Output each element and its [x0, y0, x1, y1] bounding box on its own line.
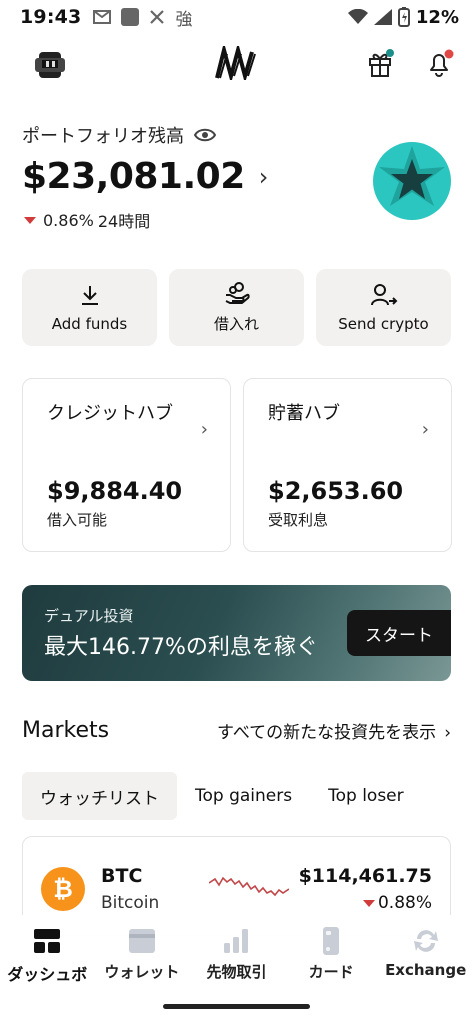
market-tabs: ウォッチリスト Top gainers Top loser: [22, 772, 473, 820]
bottom-navigation: ダッシュボ ウォレット 先物取引 カード Exchange: [0, 915, 473, 991]
banner-start-button[interactable]: スタート: [347, 610, 451, 656]
view-all-label: すべての新たな投資先を表示: [217, 722, 437, 743]
portfolio-label: ポートフォリオ残高: [22, 122, 216, 148]
chevron-right-icon: ›: [200, 419, 208, 440]
portfolio-change-percent: 0.86%: [43, 210, 94, 230]
portfolio-change: 0.86% 24時間: [24, 208, 150, 232]
send-crypto-label: Send crypto: [338, 314, 429, 333]
nav-card[interactable]: カード: [284, 915, 379, 991]
add-funds-button[interactable]: Add funds: [22, 269, 157, 346]
eye-icon[interactable]: [194, 127, 216, 143]
user-send-icon: [370, 283, 397, 305]
battery-icon: [397, 7, 410, 27]
dashboard-icon: [34, 929, 61, 953]
credit-hub-card[interactable]: クレジットハブ › $9,884.40 借入可能: [22, 378, 231, 552]
card-icon: [323, 927, 340, 955]
status-time: 19:43: [20, 6, 82, 28]
nav-wallet-label: ウォレット: [104, 963, 180, 981]
nav-dashboard[interactable]: ダッシュボ: [0, 915, 95, 991]
status-notification-icons: 強: [93, 5, 192, 30]
portfolio-change-period: 24時間: [97, 212, 151, 231]
view-all-markets-link[interactable]: すべての新たな投資先を表示 ›: [217, 718, 451, 743]
portfolio-label-text: ポートフォリオ残高: [22, 126, 184, 147]
credit-hub-title: クレジットハブ: [47, 403, 173, 424]
app-square-icon: [121, 8, 140, 26]
bell-icon[interactable]: [425, 48, 455, 78]
nexo-logo-icon: [215, 46, 256, 80]
battery-percent: 12%: [415, 6, 459, 28]
notification-kanji-icon: 強: [175, 9, 193, 30]
banner-headline: 最大146.77%の利息を稼ぐ: [44, 635, 318, 660]
asset-price: $114,461.75: [298, 865, 432, 887]
asset-symbol: BTC: [101, 865, 143, 887]
asset-change: 0.88%: [362, 893, 432, 913]
portfolio-balance[interactable]: $23,081.02 ›: [22, 156, 268, 197]
nav-card-label: カード: [308, 963, 354, 981]
down-triangle-icon: [24, 216, 36, 224]
savings-hub-sub: 受取利息: [268, 511, 329, 529]
tab-top-gainers[interactable]: Top gainers: [177, 772, 310, 820]
nav-exchange[interactable]: Exchange: [378, 915, 473, 991]
send-crypto-button[interactable]: Send crypto: [316, 269, 451, 346]
price-sparkline: [209, 876, 289, 897]
savings-hub-title: 貯蓄ハブ: [268, 403, 340, 424]
download-icon: [81, 285, 98, 305]
futures-chart-icon: [224, 929, 249, 953]
add-funds-label: Add funds: [51, 314, 128, 333]
app-header: [0, 42, 473, 88]
savings-hub-card[interactable]: 貯蓄ハブ › $2,653.60 受取利息: [243, 378, 452, 552]
chevron-right-icon: ›: [421, 419, 429, 440]
tab-top-losers[interactable]: Top loser: [310, 772, 422, 820]
hub-cards: クレジットハブ › $9,884.40 借入可能 貯蓄ハブ › $2,653.6…: [22, 378, 452, 552]
chevron-right-icon: ›: [444, 722, 451, 743]
markets-title: Markets: [22, 717, 110, 743]
wifi-icon: [347, 9, 368, 24]
quick-actions: Add funds 借入れ Send crypto: [22, 269, 451, 346]
signal-icon: [373, 9, 392, 25]
portfolio-balance-value: $23,081.02: [22, 156, 245, 197]
nav-exchange-label: Exchange: [385, 961, 467, 979]
borrow-button[interactable]: 借入れ: [169, 269, 304, 346]
borrow-label: 借入れ: [213, 315, 259, 333]
loyalty-star-badge-icon[interactable]: [373, 142, 451, 220]
credit-hub-sub: 借入可能: [47, 511, 108, 529]
nav-dashboard-label: ダッシュボ: [7, 965, 88, 984]
gmail-icon: [93, 10, 112, 24]
status-bar: 19:43 強 12%: [0, 0, 473, 34]
nav-futures[interactable]: 先物取引: [189, 915, 284, 991]
hand-coins-icon: [225, 282, 250, 304]
bitcoin-icon: ₿: [41, 867, 85, 911]
status-system-icons: 12%: [347, 6, 459, 28]
savings-hub-amount: $2,653.60: [268, 477, 404, 505]
avatar[interactable]: [33, 50, 67, 80]
nav-wallet[interactable]: ウォレット: [95, 915, 190, 991]
credit-hub-amount: $9,884.40: [47, 477, 183, 505]
nav-futures-label: 先物取引: [206, 963, 267, 981]
wallet-icon: [128, 929, 155, 953]
x-icon: [150, 10, 165, 24]
down-triangle-icon: [362, 899, 375, 907]
chevron-right-icon: ›: [258, 162, 269, 191]
tab-watchlist[interactable]: ウォッチリスト: [22, 772, 177, 820]
dual-investment-banner[interactable]: デュアル投資 最大146.77%の利息を稼ぐ スタート: [22, 585, 451, 681]
asset-change-value: 0.88%: [377, 893, 432, 913]
markets-header: Markets すべての新たな投資先を表示 ›: [22, 712, 451, 748]
gift-icon[interactable]: [366, 48, 396, 78]
asset-name: Bitcoin: [101, 893, 160, 913]
banner-subtitle: デュアル投資: [44, 607, 134, 625]
exchange-icon: [413, 930, 438, 952]
home-indicator[interactable]: [163, 1004, 310, 1009]
